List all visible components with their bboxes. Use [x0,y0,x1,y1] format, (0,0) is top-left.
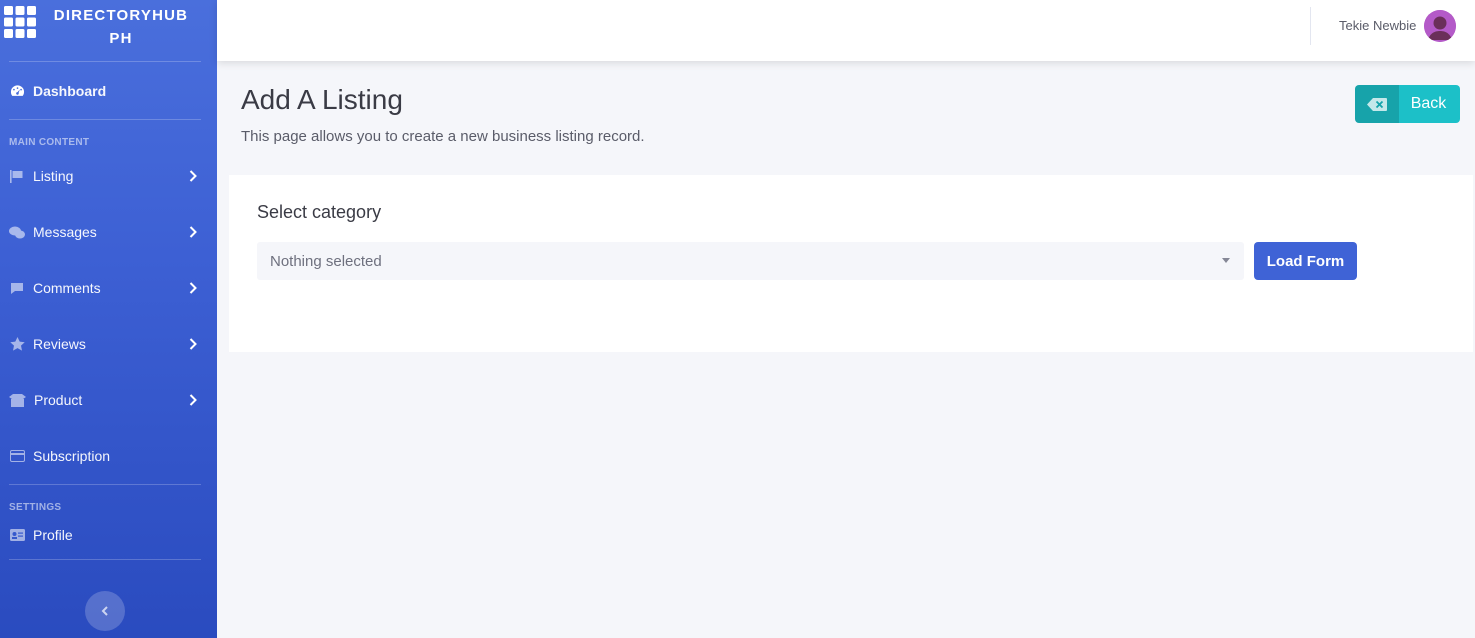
brand-line-1: DIRECTORYHUB [53,7,189,24]
section-heading-settings: SETTINGS [9,502,62,513]
sidebar-item-label: Reviews [33,336,86,352]
user-name[interactable]: Tekie Newbie [1339,18,1416,33]
sidebar-toggle-button[interactable] [85,591,125,631]
sidebar-item-profile[interactable]: Profile [0,513,217,557]
chevron-right-icon [189,282,197,294]
load-form-button[interactable]: Load Form [1254,242,1357,280]
sidebar-item-label: Dashboard [33,82,107,99]
grid-icon [4,6,36,38]
star-icon [9,337,25,351]
sidebar-item-listing[interactable]: Listing [0,148,217,204]
category-select-value: Nothing selected [270,252,382,270]
sidebar-item-label: Comments [33,280,101,296]
sidebar-divider [9,559,201,560]
chevron-right-icon [189,338,197,350]
category-card: Select category Nothing selected Load Fo… [229,175,1473,352]
topbar-divider [1310,7,1311,45]
section-heading-main: MAIN CONTENT [9,137,90,148]
sidebar-item-subscription[interactable]: Subscription [0,428,217,484]
credit-card-icon [9,449,25,463]
sidebar-item-dashboard[interactable]: Dashboard [0,62,217,119]
chevron-left-icon [101,606,108,616]
avatar[interactable] [1424,10,1456,42]
user-avatar-icon [1424,10,1456,42]
chevron-right-icon [189,170,197,182]
sidebar-item-reviews[interactable]: Reviews [0,316,217,372]
gauge-icon [9,84,25,98]
sidebar-item-messages[interactable]: Messages [0,204,217,260]
category-select[interactable]: Nothing selected [257,242,1244,280]
backspace-icon [1355,85,1399,123]
topbar: Tekie Newbie [217,0,1475,61]
back-button[interactable]: Back [1355,85,1460,123]
brand-line-2: PH [109,30,133,47]
id-card-icon [9,528,25,542]
caret-down-icon [1222,258,1230,263]
chevron-right-icon [189,394,197,406]
sidebar-item-comments[interactable]: Comments [0,260,217,316]
sidebar: DIRECTORYHUB PH Dashboard MAIN CONTENT L… [0,0,217,638]
page-title: Add A Listing [241,84,403,115]
sidebar-item-label: Product [34,392,83,408]
page-description: This page allows you to create a new bus… [241,128,645,145]
brand[interactable]: DIRECTORYHUB PH [0,0,217,61]
box-open-icon [9,393,26,407]
chevron-right-icon [189,226,197,238]
brand-name: DIRECTORYHUB PH [40,4,202,50]
sidebar-item-product[interactable]: Product [0,372,217,428]
flag-icon [9,169,25,183]
select-category-label: Select category [257,202,382,222]
sidebar-item-label: Messages [33,224,97,240]
sidebar-item-label: Listing [33,168,74,184]
sidebar-item-label: Profile [33,527,73,543]
back-button-label: Back [1410,95,1447,112]
comments-icon [9,225,25,239]
comment-icon [9,281,25,295]
sidebar-item-label: Subscription [33,448,111,464]
